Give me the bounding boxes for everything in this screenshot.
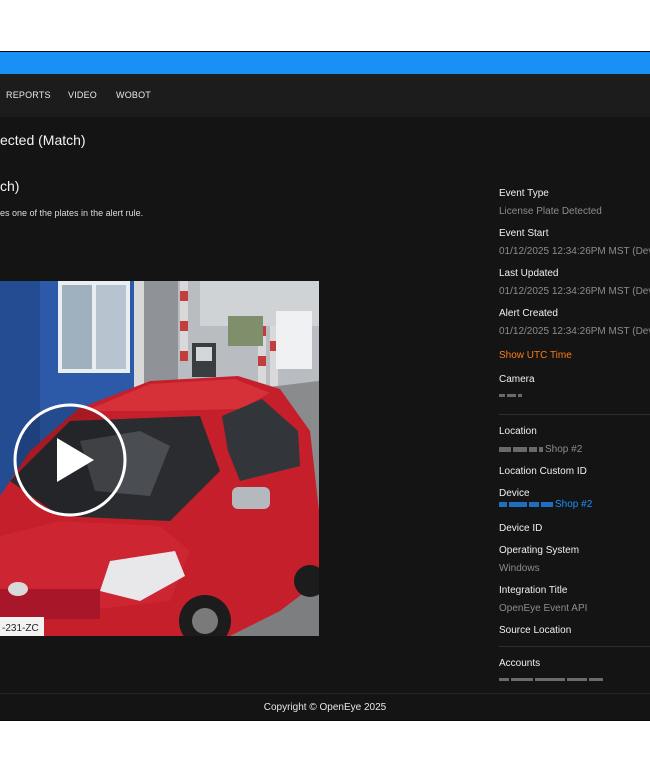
page-title: ected (Match) xyxy=(0,132,86,148)
device-value-text: Shop #2 xyxy=(555,499,593,510)
alert-description: es one of the plates in the alert rule. xyxy=(0,208,144,218)
show-utc-time-link[interactable]: Show UTC Time xyxy=(499,350,572,361)
alert-title: ch) xyxy=(0,178,20,194)
camera-label: Camera xyxy=(499,374,535,385)
nav-item-reports[interactable]: REPORTS xyxy=(6,74,51,117)
nav-item-video[interactable]: VIDEO xyxy=(68,74,97,117)
device-id-label: Device ID xyxy=(499,523,543,534)
alert-created-value: 01/12/2025 12:34:26PM MST (Dev xyxy=(499,326,650,337)
main-nav: REPORTS VIDEO WOBOT xyxy=(0,74,650,117)
operating-system-value: Windows xyxy=(499,563,540,574)
device-value-link[interactable]: Shop #2 xyxy=(499,499,592,510)
device-label: Device xyxy=(499,488,530,499)
location-value-text: Shop #2 xyxy=(545,444,583,455)
accounts-label: Accounts xyxy=(499,658,541,669)
alert-created-label: Alert Created xyxy=(499,308,558,319)
camera-value-redacted xyxy=(499,390,524,401)
operating-system-label: Operating System xyxy=(499,545,580,556)
integration-title-value: OpenEye Event API xyxy=(499,603,588,614)
event-type-value: License Plate Detected xyxy=(499,206,602,217)
location-custom-id-label: Location Custom ID xyxy=(499,466,587,477)
event-start-value: 01/12/2025 12:34:26PM MST (Dev xyxy=(499,246,650,257)
nav-item-wobot[interactable]: WOBOT xyxy=(116,74,151,117)
source-location-label: Source Location xyxy=(499,625,572,636)
section-divider xyxy=(499,646,650,647)
app-window: REPORTS VIDEO WOBOT ected (Match) ch) es… xyxy=(0,51,650,721)
accounts-value-redacted xyxy=(499,674,605,685)
event-type-label: Event Type xyxy=(499,188,549,199)
last-updated-value: 01/12/2025 12:34:26PM MST (Dev xyxy=(499,286,650,297)
integration-title-label: Integration Title xyxy=(499,585,568,596)
footer: Copyright © OpenEye 2025 xyxy=(0,693,650,720)
last-updated-label: Last Updated xyxy=(499,268,559,279)
location-value: Shop #2 xyxy=(499,444,582,455)
play-icon[interactable] xyxy=(12,402,128,518)
event-start-label: Event Start xyxy=(499,228,549,239)
location-label: Location xyxy=(499,426,537,437)
top-accent-bar xyxy=(0,52,650,74)
section-divider xyxy=(499,414,650,415)
copyright-text: Copyright © OpenEye 2025 xyxy=(263,702,387,713)
license-plate-text: -231-ZC xyxy=(2,623,39,634)
